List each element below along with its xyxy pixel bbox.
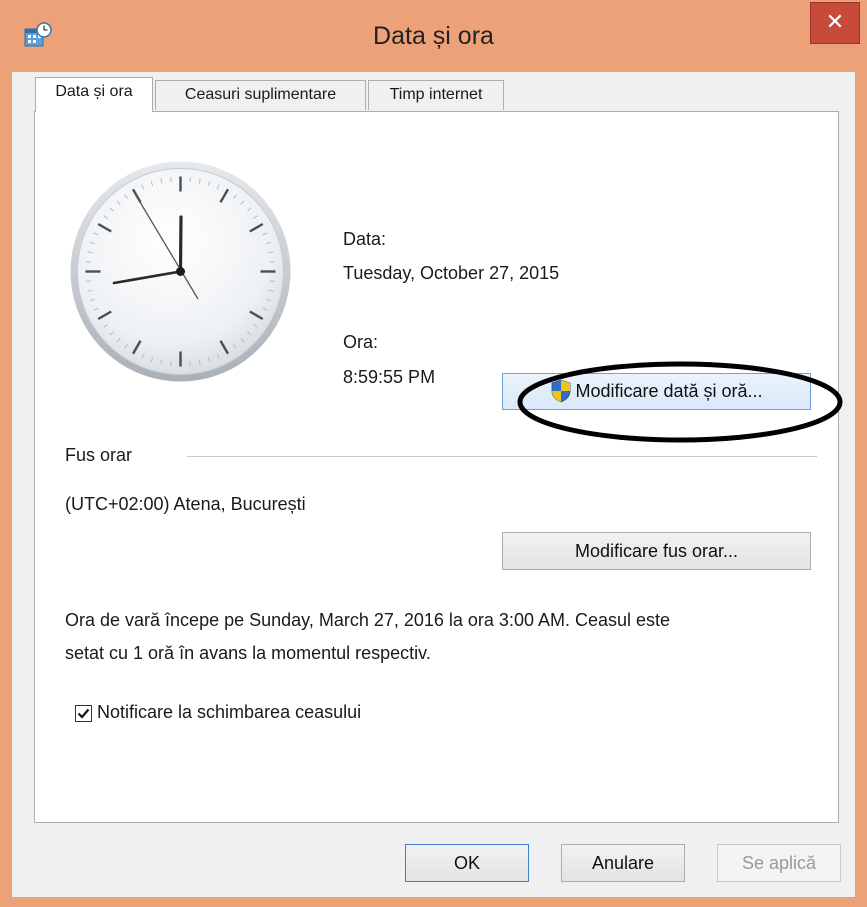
apply-label: Se aplică bbox=[741, 853, 817, 873]
clock-minute-tick bbox=[189, 360, 191, 367]
time-value: 8:59:55 PM bbox=[343, 367, 436, 387]
dialog-window: Data și ora ✕ Data și ora Ceasuri suplim… bbox=[0, 0, 867, 907]
dst-info-line1: Ora de vară începe pe Sunday, March 27, … bbox=[65, 610, 671, 630]
close-button[interactable]: ✕ bbox=[810, 2, 860, 44]
analog-clock bbox=[70, 161, 291, 382]
date-label: Data: bbox=[343, 229, 387, 249]
apply-button[interactable]: Se aplică bbox=[717, 844, 841, 882]
close-icon: ✕ bbox=[825, 9, 845, 34]
cancel-label: Anulare bbox=[591, 853, 655, 873]
clock-minute-tick bbox=[170, 176, 172, 183]
checkmark-icon bbox=[77, 708, 90, 719]
change-date-time-label: Modificare dată și oră... bbox=[575, 381, 763, 401]
date-value: Tuesday, October 27, 2015 bbox=[343, 263, 560, 283]
clock-minute-tick bbox=[170, 360, 172, 367]
clock-minute-tick bbox=[189, 176, 191, 183]
timezone-value: (UTC+02:00) Atena, București bbox=[65, 494, 306, 514]
notify-checkbox[interactable] bbox=[75, 705, 92, 722]
clock-minute-tick bbox=[85, 261, 92, 263]
tab-panel-date-time: Data: Tuesday, October 27, 2015 Ora: 8:5… bbox=[34, 111, 843, 823]
tab-internet-time-label: Timp internet bbox=[389, 86, 483, 103]
tab-date-time-label: Data și ora bbox=[55, 83, 133, 100]
change-timezone-label: Modificare fus orar... bbox=[574, 541, 739, 561]
tab-additional-clocks[interactable]: Ceasuri suplimentare bbox=[155, 80, 366, 110]
hour-hand bbox=[178, 215, 183, 274]
uac-shield-icon bbox=[552, 379, 571, 403]
window-title: Data și ora bbox=[373, 22, 494, 50]
title-bar[interactable]: Data și ora ✕ bbox=[0, 0, 867, 72]
dialog-client-area: Data și ora Ceasuri suplimentare Timp in… bbox=[12, 72, 855, 897]
timezone-group-divider bbox=[187, 456, 817, 457]
ok-button[interactable]: OK bbox=[405, 844, 529, 882]
change-date-time-button[interactable]: Modificare dată și oră... bbox=[502, 373, 811, 410]
tab-internet-time[interactable]: Timp internet bbox=[368, 80, 504, 110]
clock-center-pin bbox=[176, 267, 185, 276]
tab-additional-clocks-label: Ceasuri suplimentare bbox=[184, 86, 337, 103]
change-timezone-button[interactable]: Modificare fus orar... bbox=[502, 532, 811, 570]
clock-minute-tick bbox=[269, 280, 276, 282]
ok-label: OK bbox=[453, 853, 480, 873]
clock-minute-tick bbox=[269, 261, 276, 263]
clock-minute-tick bbox=[85, 280, 92, 282]
time-label: Ora: bbox=[343, 332, 379, 352]
tab-date-time[interactable]: Data și ora bbox=[35, 77, 153, 112]
dst-info-line2: setat cu 1 oră în avans la momentul resp… bbox=[65, 643, 431, 663]
notify-label[interactable]: Notificare la schimbarea ceasului bbox=[97, 702, 361, 723]
timezone-group-label: Fus orar bbox=[65, 445, 133, 465]
cancel-button[interactable]: Anulare bbox=[561, 844, 685, 882]
